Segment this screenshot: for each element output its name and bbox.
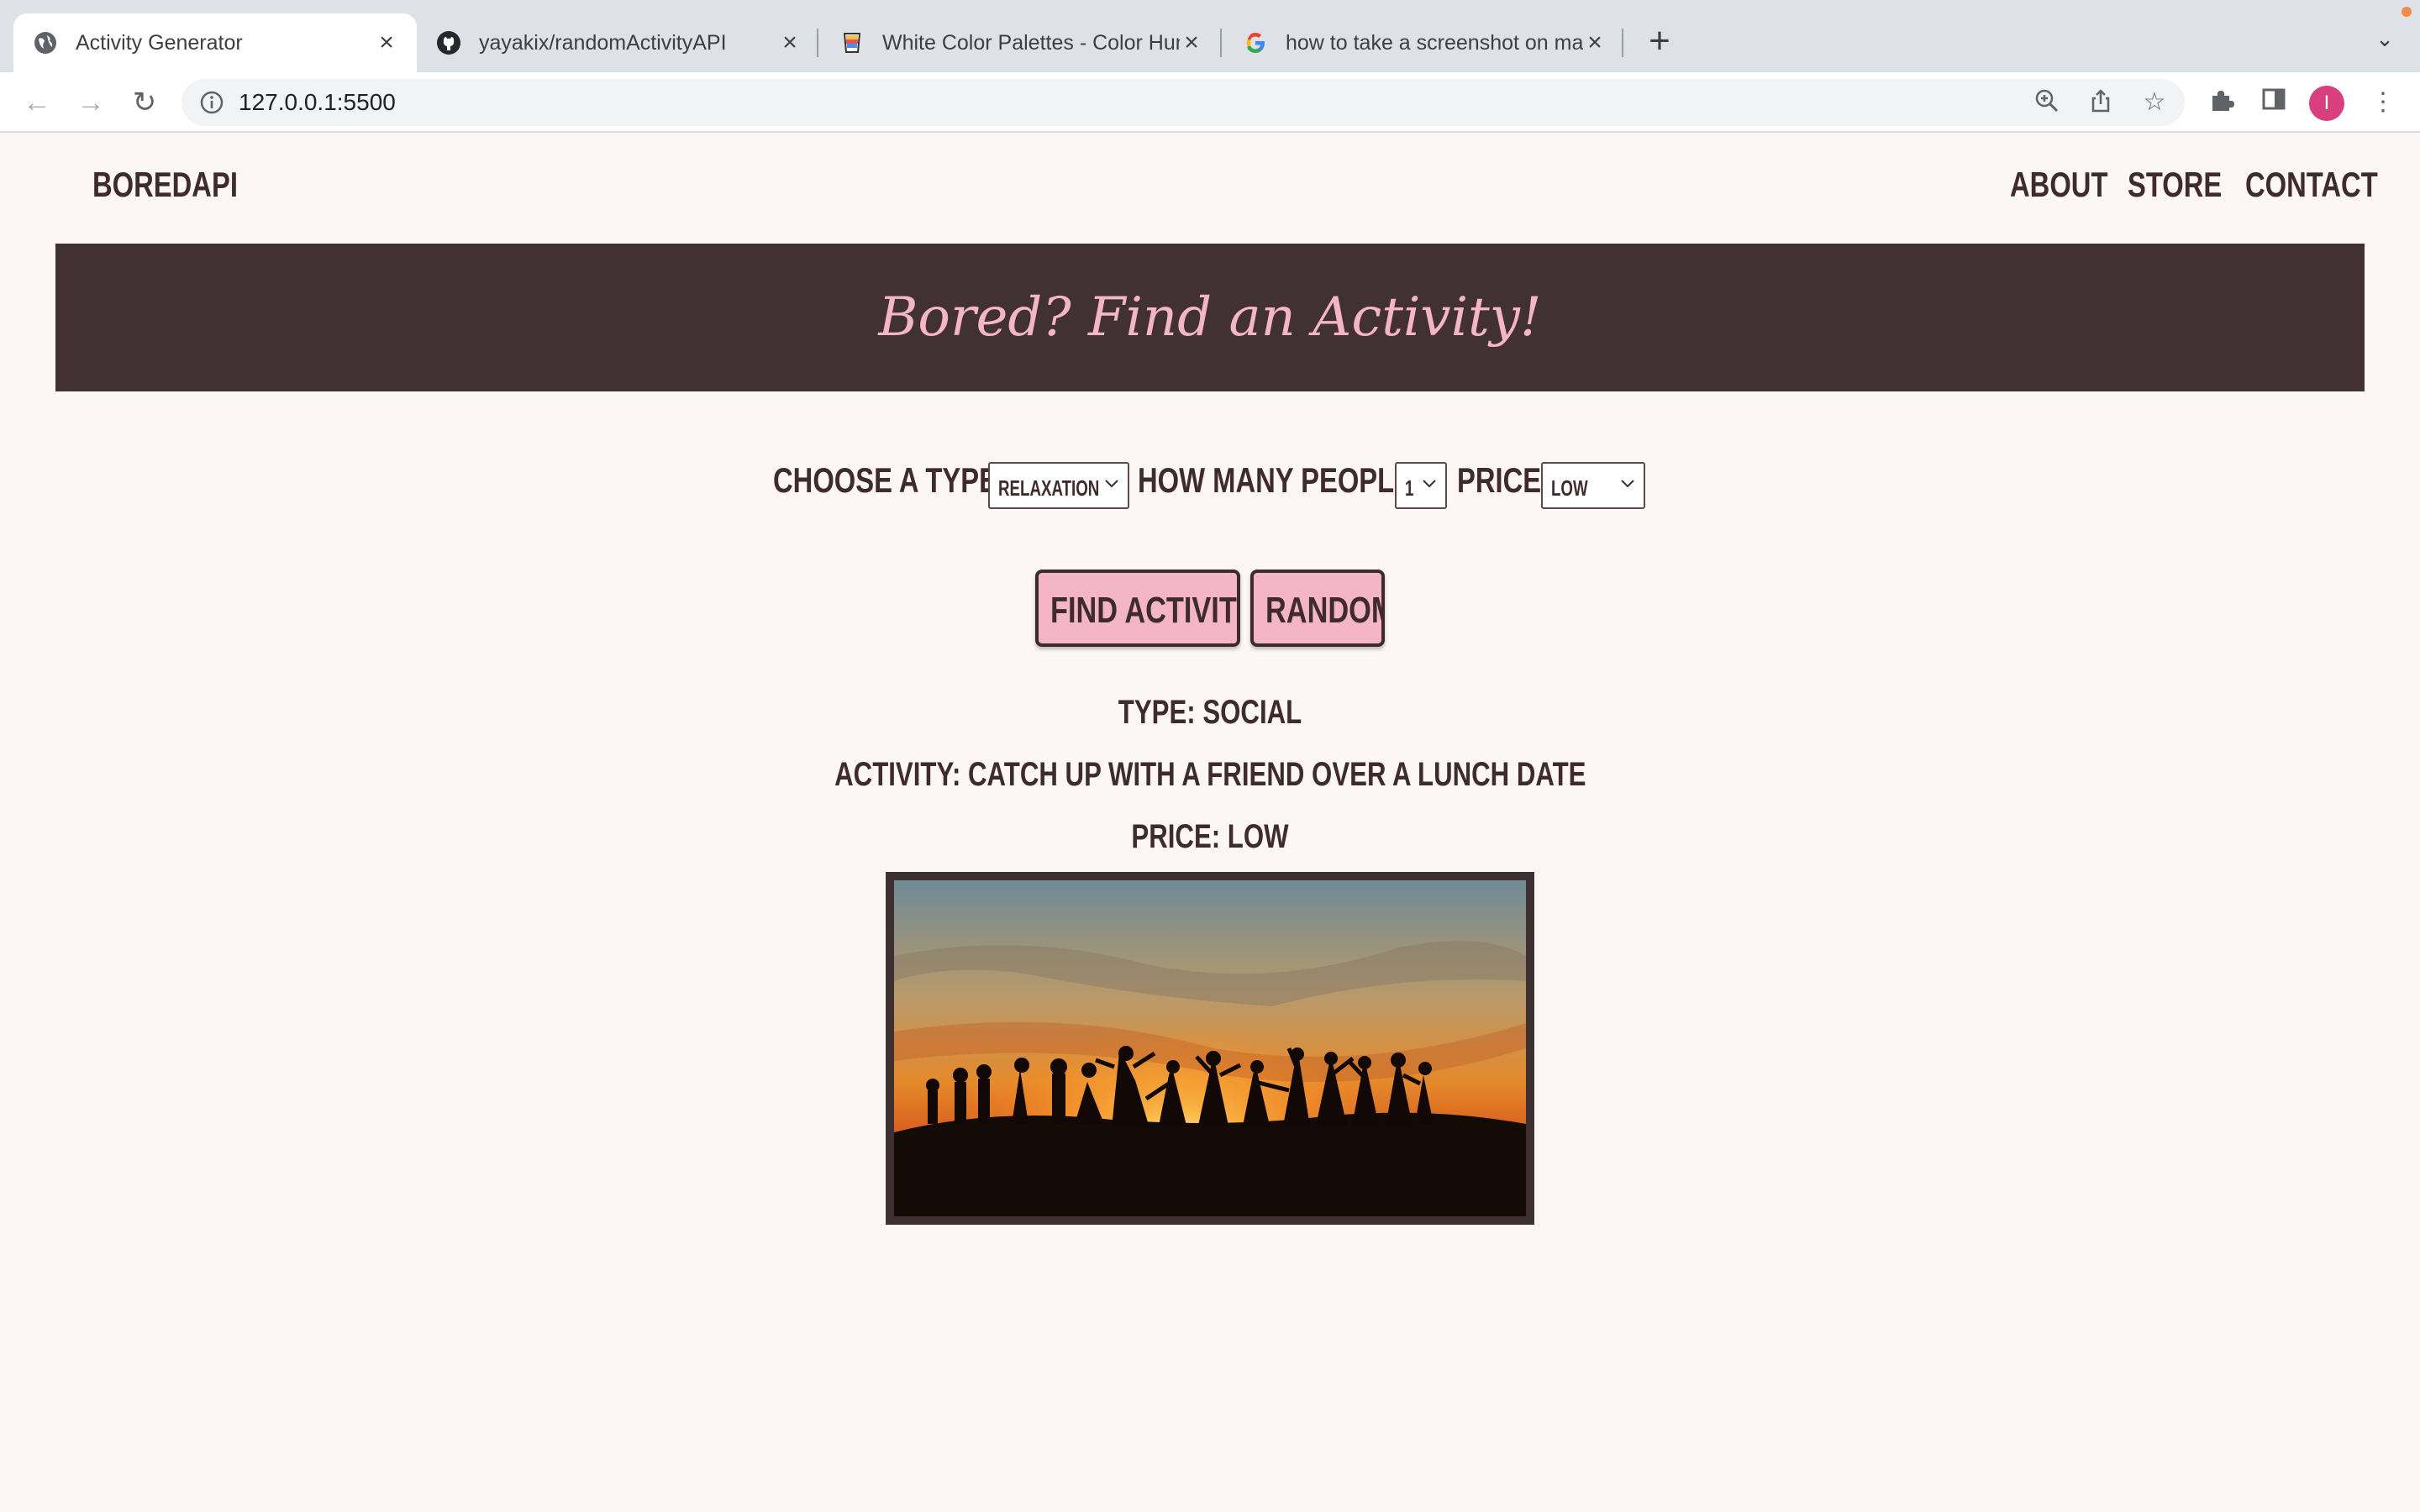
chevron-down-icon xyxy=(1621,480,1634,488)
chevron-down-icon xyxy=(1423,480,1436,488)
filter-bar: CHOOSE A TYPE: RELAXATION HOW MANY PEOPL… xyxy=(0,452,2420,511)
side-panel-icon[interactable] xyxy=(2257,86,2291,119)
address-bar[interactable]: 127.0.0.1:5500 ☆ xyxy=(182,79,2185,126)
price-select-value: LOW xyxy=(1551,475,1588,501)
tab-google-search[interactable]: how to take a screenshot on mac × xyxy=(1223,13,1625,72)
tab-title: how to take a screenshot on mac xyxy=(1286,30,1583,55)
result-price: PRICE: LOW xyxy=(1131,818,1289,855)
hero-title: Bored? Find an Activity! xyxy=(878,286,1542,349)
random-label: RANDOM xyxy=(1265,590,1385,631)
tab-title: White Color Palettes - Color Hunt xyxy=(882,30,1180,55)
color-hunt-icon xyxy=(839,29,865,56)
page-content: BOREDAPI ABOUT STORE CONTACT Bored? Find… xyxy=(0,133,2420,1512)
tab-search-icon[interactable]: ⌄ xyxy=(2368,22,2402,55)
result-type: TYPE: SOCIAL xyxy=(1118,694,1302,731)
zoom-icon[interactable] xyxy=(2032,87,2062,118)
result-price-row: PRICE: LOW xyxy=(0,818,2420,856)
price-select[interactable]: LOW xyxy=(1541,462,1645,509)
notification-dot xyxy=(2402,7,2412,17)
nav-contact-link[interactable]: CONTACT xyxy=(2245,165,2378,205)
share-icon[interactable] xyxy=(2086,87,2116,118)
tab-title: yayakix/randomActivityAPI xyxy=(479,30,727,55)
close-icon[interactable]: × xyxy=(1583,29,1607,57)
profile-avatar[interactable]: I xyxy=(2309,86,2344,121)
activity-image-frame xyxy=(886,872,1534,1225)
back-arrow-icon[interactable]: ← xyxy=(17,82,57,123)
globe-icon xyxy=(32,29,59,56)
nav-about-link[interactable]: ABOUT xyxy=(2010,165,2107,205)
activity-image xyxy=(894,880,1526,1216)
extensions-icon[interactable] xyxy=(2205,86,2238,119)
tab-divider xyxy=(1220,29,1222,57)
url-text: 127.0.0.1:5500 xyxy=(239,89,396,115)
browser-tab-bar: Activity Generator × yayakix/randomActiv… xyxy=(0,0,2420,72)
people-select[interactable]: 1 xyxy=(1395,462,1447,509)
chevron-down-icon xyxy=(1105,480,1118,488)
close-icon[interactable]: × xyxy=(1180,29,1203,57)
random-button[interactable]: RANDOM xyxy=(1250,570,1385,647)
type-label: CHOOSE A TYPE: xyxy=(773,460,1007,500)
find-activity-button[interactable]: FIND ACTIVITY xyxy=(1035,570,1240,647)
site-logo[interactable]: BOREDAPI xyxy=(92,165,238,205)
tab-github-repo[interactable]: yayakix/randomActivityAPI × xyxy=(417,13,820,72)
close-icon[interactable]: × xyxy=(778,29,802,57)
bookmark-star-icon[interactable]: ☆ xyxy=(2139,87,2170,118)
forward-arrow-icon[interactable]: → xyxy=(71,82,111,123)
find-activity-label: FIND ACTIVITY xyxy=(1050,590,1240,631)
browser-toolbar: ← → ↻ 127.0.0.1:5500 ☆ I ⋮ xyxy=(0,72,2420,133)
result-activity-row: ACTIVITY: CATCH UP WITH A FRIEND OVER A … xyxy=(0,756,2420,794)
github-icon xyxy=(435,29,462,56)
nav-store-link[interactable]: STORE xyxy=(2128,165,2222,205)
people-select-value: 1 xyxy=(1405,475,1414,501)
close-icon[interactable]: × xyxy=(375,29,398,57)
tab-divider xyxy=(817,29,818,57)
reload-icon[interactable]: ↻ xyxy=(124,82,165,123)
tab-color-hunt[interactable]: White Color Palettes - Color Hunt × xyxy=(820,13,1222,72)
hero-banner: Bored? Find an Activity! xyxy=(55,244,2365,391)
people-label: HOW MANY PEOPLE: xyxy=(1138,460,1422,500)
google-icon xyxy=(1242,29,1269,56)
result-type-row: TYPE: SOCIAL xyxy=(0,694,2420,732)
result-activity: ACTIVITY: CATCH UP WITH A FRIEND OVER A … xyxy=(834,756,1586,793)
type-select-value: RELAXATION xyxy=(998,475,1100,501)
new-tab-button[interactable]: + xyxy=(1639,20,1681,62)
info-icon[interactable] xyxy=(198,89,225,116)
tab-activity-generator[interactable]: Activity Generator × xyxy=(13,13,417,72)
tab-divider xyxy=(1622,29,1623,57)
price-label: PRICE xyxy=(1457,460,1542,500)
type-select[interactable]: RELAXATION xyxy=(988,462,1129,509)
tab-title: Activity Generator xyxy=(76,30,243,55)
menu-kebab-icon[interactable]: ⋮ xyxy=(2366,86,2400,119)
